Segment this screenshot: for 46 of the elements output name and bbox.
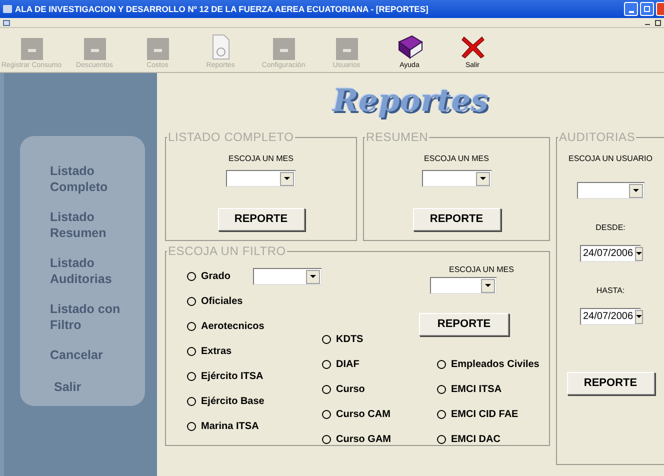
radio-option[interactable]: Curso CAM [322, 402, 437, 427]
radio-option[interactable]: Extras [187, 339, 322, 364]
tool-icon [272, 38, 294, 60]
window-title: ALA DE INVESTIGACION Y DESARROLLO Nº 12 DE LA FUERZA AEREA ECUATORIANA - [REPORTES] [15, 2, 430, 16]
radio-option[interactable]: DIAF [322, 352, 437, 377]
date-picker[interactable]: 24/07/2006 [580, 308, 641, 325]
tool-icon [336, 38, 358, 60]
document-icon[interactable] [3, 20, 10, 26]
page-heading: Reportes [332, 82, 488, 121]
field-label: DESDE: [596, 222, 626, 234]
radio-option[interactable]: Curso GAM [322, 426, 437, 452]
report-button[interactable]: REPORTE [419, 312, 509, 336]
user-select[interactable] [576, 182, 644, 199]
close-icon [460, 34, 486, 60]
report-button[interactable]: REPORTE [218, 208, 304, 231]
radio-option[interactable]: Oficiales [187, 289, 322, 314]
restore-icon[interactable] [655, 20, 661, 26]
radio-option[interactable]: Marina ITSA [187, 414, 322, 439]
radio-option[interactable]: EMCI ITSA [437, 376, 540, 402]
field-label: ESCOJA UN MES [449, 264, 514, 276]
tool-icon [20, 38, 42, 60]
app-icon [3, 5, 12, 13]
field-label: HASTA: [596, 285, 625, 297]
radio-option[interactable]: Empleados Civiles [437, 352, 540, 377]
radio-option[interactable]: Aerotecnicos [187, 314, 322, 339]
radio-option[interactable]: EMCI CID FAE [437, 402, 540, 427]
report-button[interactable]: REPORTE [566, 372, 654, 395]
document-icon [210, 34, 230, 60]
field-label: ESCOJA UN MES [228, 153, 294, 165]
minimize-icon[interactable] [624, 2, 638, 16]
month-select[interactable] [430, 277, 497, 294]
radio-option[interactable]: Ejército ITSA [187, 364, 322, 389]
tool-icon [146, 38, 168, 60]
radio-option[interactable]: Grado [187, 264, 253, 289]
rank-select[interactable] [252, 268, 322, 285]
field-label: ESCOJA UN MES [424, 153, 489, 165]
field-label: ESCOJA UN USUARIO [568, 153, 652, 165]
book-icon [396, 34, 424, 60]
radio-option[interactable]: EMCI DAC [437, 426, 540, 452]
date-picker[interactable]: 24/07/2006 [580, 245, 641, 262]
radio-option[interactable]: Ejército Base [187, 389, 322, 414]
tool-icon [84, 38, 106, 60]
radio-option[interactable]: Curso [322, 376, 437, 402]
month-select[interactable] [422, 170, 492, 187]
report-button[interactable]: REPORTE [412, 208, 500, 231]
month-select[interactable] [226, 170, 296, 187]
